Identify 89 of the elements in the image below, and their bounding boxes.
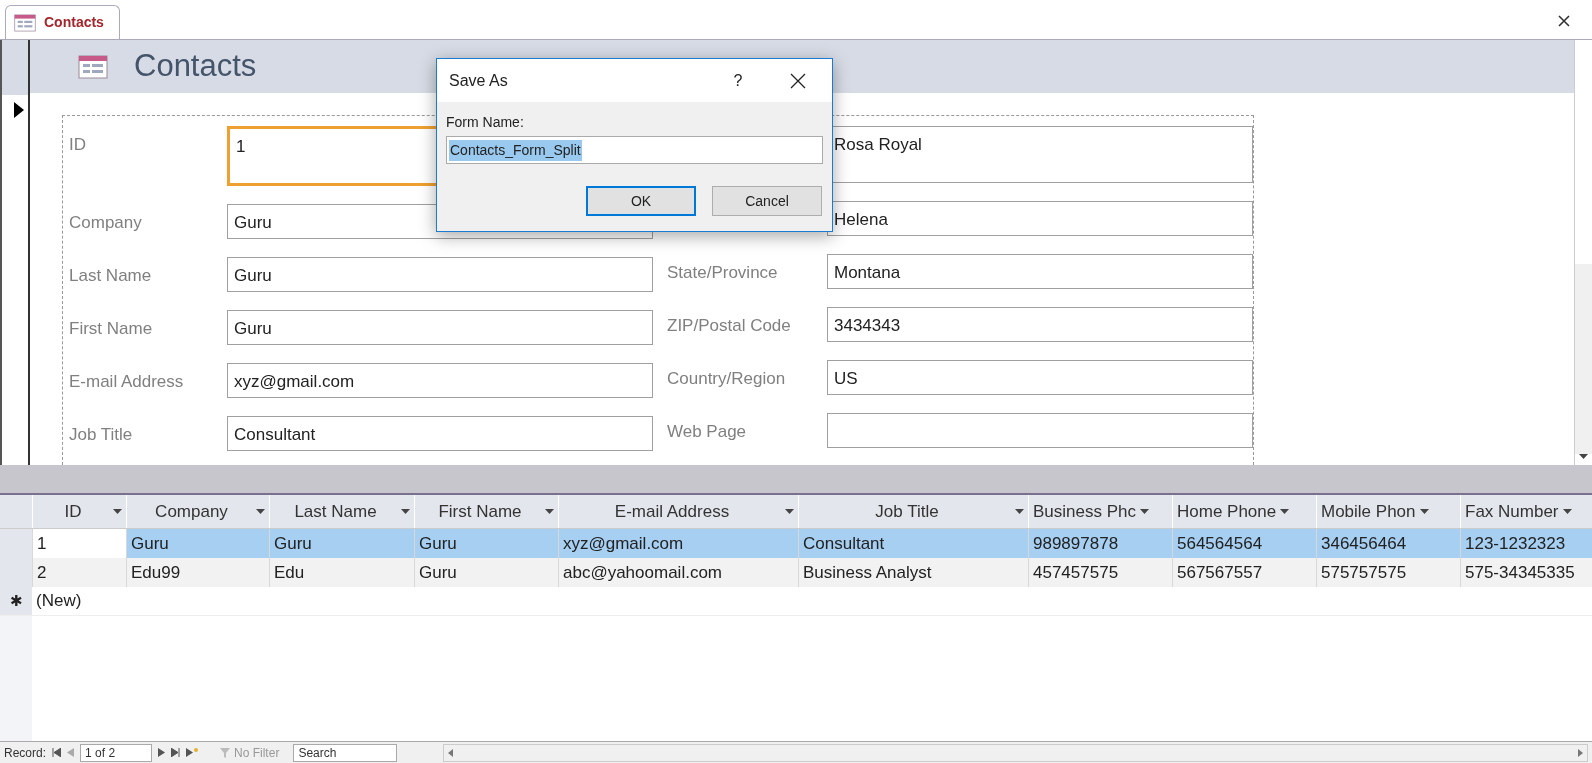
last-record-icon[interactable] — [171, 748, 181, 757]
dropdown-caret-icon[interactable] — [1562, 509, 1572, 514]
column-header[interactable]: Company — [126, 495, 269, 528]
text-field[interactable]: 3434343 — [827, 307, 1253, 342]
dropdown-caret-icon[interactable] — [1419, 509, 1429, 514]
text-field[interactable]: Consultant — [227, 416, 653, 451]
table-cell: 457457575 — [1028, 558, 1172, 587]
new-record-icon[interactable] — [186, 748, 199, 757]
form-title: Contacts — [134, 47, 257, 86]
dialog-button[interactable]: OK — [586, 186, 696, 216]
horizontal-scrollbar[interactable] — [443, 743, 1588, 762]
text-field[interactable]: US — [827, 360, 1253, 395]
scroll-right-icon[interactable] — [1578, 748, 1583, 757]
table-cell: Edu99 — [126, 558, 269, 587]
table-cell: 2 — [32, 558, 126, 587]
field-label: ID — [69, 134, 87, 156]
scroll-left-icon[interactable] — [448, 748, 454, 757]
text-field[interactable]: Montana — [827, 254, 1253, 289]
table-cell: Consultant — [798, 529, 1028, 558]
record-label: Record: — [4, 744, 47, 762]
table-cell: 575757575 — [1316, 558, 1460, 587]
column-header[interactable]: Mobile Phon — [1316, 495, 1460, 528]
text-field[interactable]: Guru — [227, 257, 653, 292]
table-cell: Guru — [414, 558, 558, 587]
record-position-field[interactable]: 1 of 2 — [80, 743, 153, 762]
table-cell: 575-34345335 — [1460, 558, 1592, 587]
column-header[interactable]: Business Phc — [1028, 495, 1172, 528]
field-label: Job Title — [69, 424, 134, 446]
table-cell: 564564564 — [1172, 529, 1316, 558]
record-selector-bar[interactable] — [2, 40, 30, 465]
field-label: Last Name — [69, 265, 153, 287]
new-record-marker: ✱ — [0, 587, 32, 615]
table-cell: 567567557 — [1172, 558, 1316, 587]
table-cell: Edu — [269, 558, 414, 587]
dropdown-caret-icon[interactable] — [1140, 509, 1149, 514]
field-label: First Name — [69, 318, 154, 340]
field-label: Company — [69, 212, 143, 234]
field-label: Country/Region — [667, 368, 787, 390]
dropdown-caret-icon[interactable] — [785, 509, 794, 514]
document-tab[interactable]: Contacts — [5, 5, 120, 39]
table-row[interactable]: 1 Guru Guru Guru xyz@gmail.com Consultant 989897878 564564564 346456464 123-1232323 — [0, 529, 1592, 558]
table-cell: Guru — [126, 529, 269, 558]
field-label: ZIP/Postal Code — [667, 315, 792, 337]
table-cell: Guru — [269, 529, 414, 558]
table-cell: 123-1232323 — [1460, 529, 1592, 558]
dropdown-caret-icon[interactable] — [1015, 509, 1024, 514]
dropdown-caret-icon[interactable] — [545, 509, 554, 514]
dialog-title: Save As — [449, 70, 509, 91]
table-row[interactable]: 2 Edu99 Edu Guru abc@yahoomail.com Business Analyst 457457575 567567557 575757575 575-34345335 — [0, 558, 1592, 587]
field-label: E-mail Address — [69, 371, 185, 393]
record-selector-icon — [14, 102, 24, 118]
table-cell: xyz@gmail.com — [558, 529, 798, 558]
column-header[interactable]: ID — [32, 495, 126, 528]
form-name-field[interactable]: Contacts_Form_Split — [446, 136, 823, 164]
table-cell: 346456464 — [1316, 529, 1460, 558]
dropdown-caret-icon[interactable] — [256, 509, 265, 514]
text-field[interactable]: xyz@gmail.com — [227, 363, 653, 398]
column-header[interactable]: E-mail Address — [558, 495, 798, 528]
form-icon — [14, 13, 36, 32]
column-header[interactable]: Home Phone — [1172, 495, 1316, 528]
table-cell: abc@yahoomail.com — [558, 558, 798, 587]
field-label: State/Province — [667, 262, 779, 284]
text-field[interactable]: Guru — [227, 310, 653, 345]
field-label: Form Name: — [446, 113, 525, 132]
table-cell: Guru — [414, 529, 558, 558]
column-header[interactable]: Fax Number — [1460, 495, 1592, 528]
close-icon[interactable] — [790, 72, 806, 89]
first-record-icon[interactable] — [52, 748, 62, 757]
header-strip — [2, 40, 28, 95]
column-header[interactable]: Job Title — [798, 495, 1028, 528]
text-field[interactable]: Helena — [827, 201, 1253, 236]
funnel-icon — [220, 747, 231, 758]
dropdown-caret-icon[interactable] — [401, 509, 410, 514]
form-icon — [78, 54, 108, 79]
column-header[interactable]: Last Name — [269, 495, 414, 528]
dropdown-caret-icon[interactable] — [1280, 509, 1290, 514]
search-field[interactable]: Search — [293, 743, 398, 762]
table-cell-text: (New) — [35, 590, 83, 613]
text-field[interactable] — [827, 413, 1253, 448]
dropdown-caret-icon[interactable] — [113, 509, 122, 514]
table-cell: Business Analyst — [798, 558, 1028, 587]
table-cell: 989897878 — [1028, 529, 1172, 558]
next-record-icon[interactable] — [158, 748, 166, 757]
close-icon[interactable] — [1558, 15, 1570, 27]
vertical-scrollbar[interactable] — [1574, 40, 1592, 465]
dialog-button[interactable]: Cancel — [712, 186, 822, 216]
field-label: Web Page — [667, 421, 748, 443]
help-button[interactable]: ? — [728, 68, 748, 93]
column-header[interactable]: First Name — [414, 495, 558, 528]
